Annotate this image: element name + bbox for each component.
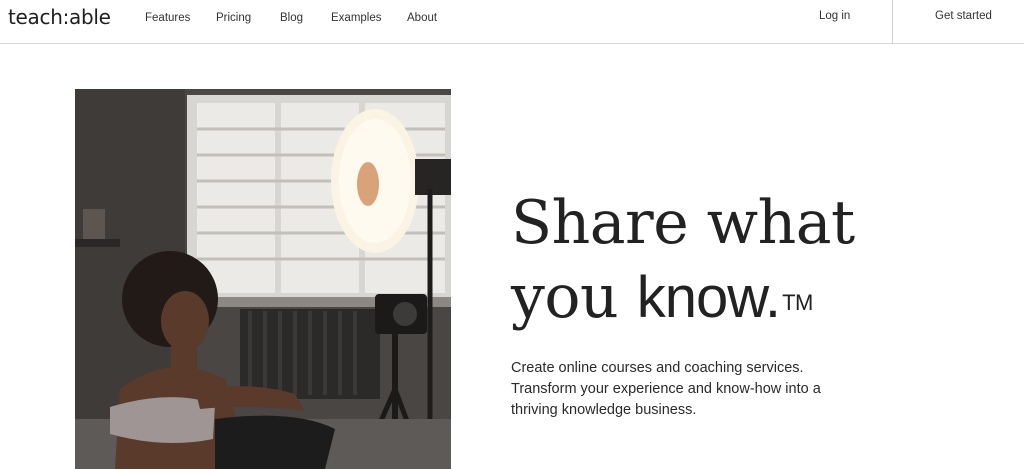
hero-photo: [75, 89, 451, 469]
nav-pricing-link[interactable]: Pricing: [216, 12, 251, 24]
login-link[interactable]: Log in: [819, 10, 850, 22]
headline-line2-prefix: you: [511, 262, 637, 332]
get-started-link[interactable]: Get started: [935, 10, 992, 22]
nav-features-link[interactable]: Features: [145, 12, 190, 24]
nav-blog-link[interactable]: Blog: [280, 12, 303, 24]
nav-examples-link[interactable]: Examples: [331, 12, 382, 24]
teachable-logo[interactable]: teach:able: [8, 5, 111, 29]
hero-subtext: Create online courses and coaching servi…: [511, 360, 821, 418]
hero-headline: Share what you know.TM: [511, 186, 855, 335]
header-divider: [892, 0, 893, 44]
trademark-mark: TM: [782, 290, 813, 315]
headline-line2: you know.TM: [511, 260, 855, 335]
nav-about-link[interactable]: About: [407, 12, 437, 24]
site-header: teach:able Features Pricing Blog Example…: [0, 0, 1024, 44]
hero-photo-illustration: [75, 89, 451, 469]
headline-line1: Share what: [511, 188, 855, 258]
headline-know-word: know.: [636, 265, 781, 330]
